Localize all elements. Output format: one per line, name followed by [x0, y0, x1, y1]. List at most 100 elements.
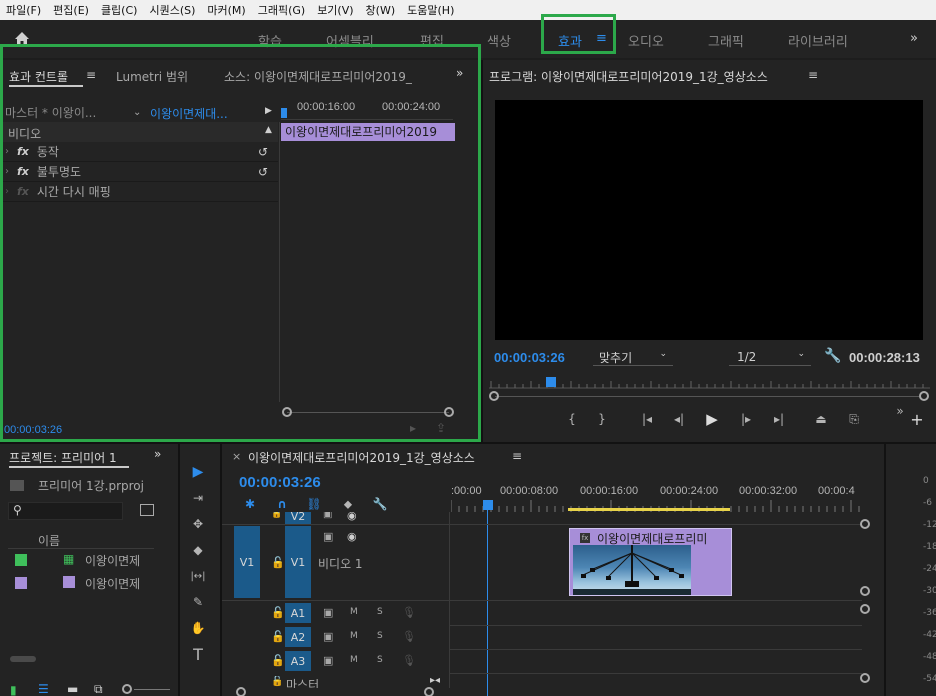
track-select-tool-icon[interactable]: ⇥ — [188, 488, 208, 508]
lock-icon[interactable]: 🔓 — [271, 630, 285, 643]
zoom-slider[interactable] — [122, 684, 172, 694]
sync-icon[interactable]: ▣ — [323, 512, 332, 520]
zoom-handle-right[interactable] — [919, 391, 929, 401]
project-panel-title[interactable]: 프로젝트: 프리미어 1 — [9, 449, 117, 466]
lock-icon[interactable]: 🔓 — [271, 654, 285, 667]
linked-selection-icon[interactable]: ⛓ — [306, 496, 322, 512]
menu-item[interactable]: 그래픽(G) — [252, 2, 311, 18]
project-scrollbar[interactable] — [10, 656, 36, 662]
workspace-tab-color[interactable]: 색상 — [487, 31, 511, 50]
selection-tool-icon[interactable]: ▶ — [188, 462, 208, 482]
menu-item[interactable]: 보기(V) — [311, 2, 359, 18]
track-target-a2[interactable]: A2 — [285, 627, 311, 647]
microphone-icon[interactable]: 🎙 — [402, 630, 416, 643]
step-back-icon[interactable]: ◂| — [670, 410, 688, 428]
program-monitor-title[interactable]: 프로그램: 이왕이면제대로프리미어2019_1강_영상소스 — [489, 68, 768, 85]
project-overflow-icon[interactable]: » — [154, 447, 161, 461]
program-current-timecode[interactable]: 00:00:03:26 — [494, 350, 565, 365]
resolution-dropdown[interactable]: 1/2 ⌄ — [729, 348, 811, 366]
ripple-edit-tool-icon[interactable]: ✥ — [188, 514, 208, 534]
snap-icon[interactable]: ∩ — [274, 496, 290, 512]
eye-icon[interactable]: ◉ — [347, 530, 357, 543]
workspace-menu-icon[interactable]: ≡ — [596, 31, 607, 46]
menu-item[interactable]: 파일(F) — [0, 2, 47, 18]
menu-item[interactable]: 시퀀스(S) — [143, 2, 201, 18]
sequence-tab-title[interactable]: 이왕이면제대로프리미어2019_1강_영상소스 — [248, 449, 475, 466]
fx-badge-icon[interactable]: fx — [580, 533, 590, 543]
lock-icon[interactable]: 🔒 — [271, 512, 282, 519]
project-search-input[interactable]: ⚲ — [8, 502, 123, 520]
list-view-icon[interactable]: ▮ — [10, 683, 17, 696]
wrench-icon[interactable]: 🔧 — [824, 348, 841, 364]
mute-button[interactable]: M — [350, 631, 358, 641]
solo-button[interactable]: S — [377, 655, 383, 665]
horizontal-zoom-handle[interactable] — [424, 687, 434, 696]
timeline-playhead-handle[interactable] — [483, 500, 493, 510]
go-to-end-icon[interactable]: ▸◂ — [430, 675, 440, 686]
program-playhead[interactable] — [545, 377, 556, 387]
vertical-zoom-handle[interactable] — [860, 604, 870, 614]
close-sequence-icon[interactable]: × — [232, 450, 241, 463]
add-marker-icon[interactable]: ⬥ — [340, 496, 356, 512]
label-color-swatch[interactable] — [15, 554, 27, 566]
eye-icon[interactable]: ◉ — [347, 512, 357, 522]
horizontal-zoom-handle[interactable] — [236, 687, 246, 696]
work-area-bar[interactable] — [568, 508, 730, 511]
label-color-swatch[interactable] — [15, 577, 27, 589]
extract-icon[interactable]: ⎘ — [843, 410, 865, 428]
track-target-v1[interactable]: V1 — [285, 526, 311, 598]
play-icon[interactable]: ▶ — [703, 410, 721, 428]
sync-icon[interactable]: ▣ — [323, 654, 333, 667]
razor-tool-icon[interactable]: ◆ — [188, 540, 208, 560]
hand-tool-icon[interactable]: ✋ — [188, 618, 208, 638]
pen-tool-icon[interactable]: ✎ — [188, 592, 208, 612]
timeline-settings-icon[interactable]: 🔧 — [372, 496, 388, 512]
solo-button[interactable]: S — [377, 607, 383, 617]
program-video-frame[interactable] — [495, 100, 923, 340]
freeform-view-button[interactable]: ⧉ — [94, 682, 103, 696]
sync-icon[interactable]: ▣ — [323, 606, 333, 619]
vertical-zoom-handle-top[interactable] — [860, 519, 870, 529]
new-bin-icon[interactable] — [140, 504, 154, 516]
add-button-icon[interactable]: + — [909, 410, 925, 429]
go-to-in-icon[interactable]: |◂ — [637, 410, 657, 428]
workspace-tab-effects[interactable]: 효과 — [558, 31, 582, 50]
menu-item[interactable]: 마커(M) — [201, 2, 251, 18]
zoom-slider-handle[interactable] — [122, 684, 132, 694]
icon-view-button[interactable]: ▬ — [67, 682, 78, 696]
lock-icon[interactable]: 🔓 — [271, 676, 283, 687]
solo-button[interactable]: S — [377, 631, 383, 641]
mark-in-icon[interactable]: { — [565, 410, 579, 428]
track-target-a1[interactable]: A1 — [285, 603, 311, 623]
track-target-v2[interactable]: V2 — [285, 512, 311, 524]
project-item-row[interactable]: ▦ 이왕이면제 — [8, 550, 154, 572]
menu-item[interactable]: 클립(C) — [95, 2, 144, 18]
track-target-a3[interactable]: A3 — [285, 651, 311, 671]
nest-icon[interactable]: ✱ — [242, 496, 258, 512]
workspace-tab-libraries[interactable]: 라이브러리 — [788, 31, 848, 50]
list-view-button[interactable]: ☰ — [38, 682, 49, 696]
vertical-zoom-handle-bottom[interactable] — [860, 673, 870, 683]
lift-icon[interactable]: ⏏ — [811, 410, 831, 428]
more-buttons-icon[interactable]: » — [893, 404, 907, 418]
lock-icon[interactable]: 🔓 — [271, 556, 285, 569]
project-item-row[interactable]: 이왕이면제 — [8, 573, 154, 595]
step-forward-icon[interactable]: |▸ — [737, 410, 755, 428]
menu-item[interactable]: 편집(E) — [47, 2, 95, 18]
mute-button[interactable]: M — [350, 607, 358, 617]
microphone-icon[interactable]: 🎙 — [402, 606, 416, 619]
source-patch-v1[interactable]: V1 — [234, 526, 260, 598]
microphone-icon[interactable]: 🎙 — [402, 654, 416, 667]
workspace-tab-audio[interactable]: 오디오 — [628, 31, 664, 50]
go-to-out-icon[interactable]: ▸| — [769, 410, 789, 428]
sequence-timecode[interactable]: 00:00:03:26 — [239, 474, 321, 491]
vertical-zoom-handle[interactable] — [860, 586, 870, 596]
fit-dropdown[interactable]: 맞추기 ⌄ — [593, 348, 673, 366]
slip-tool-icon[interactable]: |↔| — [186, 566, 210, 586]
project-column-header[interactable]: 이름 — [38, 532, 60, 549]
mark-out-icon[interactable]: } — [595, 410, 609, 428]
zoom-handle-left[interactable] — [489, 391, 499, 401]
mute-button[interactable]: M — [350, 655, 358, 665]
sync-icon[interactable]: ▣ — [323, 530, 333, 543]
program-menu-icon[interactable]: ≡ — [808, 68, 818, 82]
